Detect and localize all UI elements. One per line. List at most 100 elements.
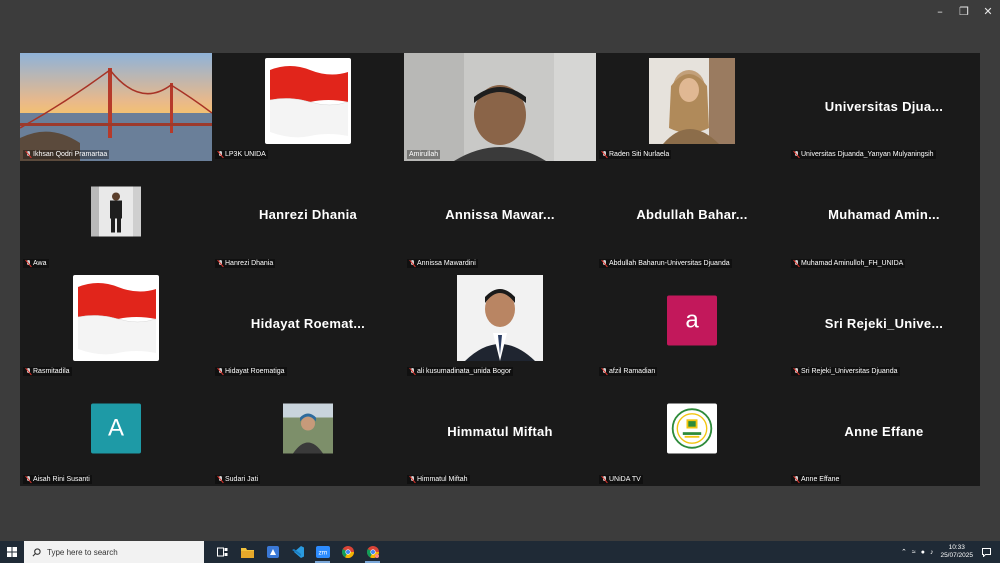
muted-mic-icon (601, 367, 607, 375)
participant-name: Sri Rejeki_Universitas Djuanda (791, 366, 900, 376)
participant-tile[interactable]: Sudari Jati (212, 377, 404, 486)
participant-name: Himmatul Miftah (407, 475, 470, 484)
profile-photo (457, 274, 543, 361)
vs-code-button[interactable] (285, 541, 310, 563)
muted-mic-icon (409, 476, 415, 483)
participant-tile[interactable]: A Aisah Rini Susanti (20, 377, 212, 486)
participant-name: Muhamad Aminulloh_FH_UNIDA (791, 258, 906, 268)
muted-mic-icon (217, 476, 223, 483)
participant-tile[interactable]: Anne Effane Anne Effane (788, 377, 980, 486)
participant-tile[interactable]: Hidayat Roemat... Hidayat Roematiga (212, 269, 404, 378)
participant-tile[interactable]: Awa (20, 161, 212, 270)
participant-tile[interactable]: Annissa Mawar... Annissa Mawardini (404, 161, 596, 270)
chrome-profile-button[interactable] (360, 541, 385, 563)
participant-name: Rasmitadila (23, 366, 72, 376)
participant-name: Universitas Djuanda_Yanyan Mulyaningsih (791, 150, 936, 160)
volume-icon[interactable]: ♪ (930, 549, 934, 556)
participant-tile[interactable]: ali kusumadinata_unida Bogor (404, 269, 596, 378)
folder-icon (241, 547, 254, 558)
flag-photo (265, 58, 351, 145)
windows-icon (7, 547, 17, 557)
participant-name: Aisah Rini Susanti (23, 475, 92, 484)
participant-tile[interactable]: Abdullah Bahar... Abdullah Baharun-Unive… (596, 161, 788, 270)
zoom-button[interactable]: zm (310, 541, 335, 563)
participant-name: Amirullah (407, 150, 441, 160)
participant-tile[interactable]: Himmatul Miftah Himmatul Miftah (404, 377, 596, 486)
participant-tile-active-speaker[interactable]: Amirullah (404, 53, 596, 162)
muted-mic-icon (601, 476, 607, 483)
search-icon (32, 547, 41, 556)
muted-mic-icon (217, 367, 223, 375)
svg-text:zm: zm (318, 550, 327, 557)
muted-mic-icon (601, 259, 607, 267)
participant-name: Annissa Mawardini (407, 258, 478, 268)
participant-name: Ikhsan Qodri Pramartaa (23, 150, 110, 160)
minimize-button[interactable]: – (928, 0, 952, 22)
participant-tile[interactable]: Raden Siti Nurlaela (596, 53, 788, 162)
participant-display-name: Himmatul Miftah (447, 423, 553, 439)
muted-mic-icon (25, 367, 31, 375)
muted-mic-icon (25, 259, 31, 267)
paint-icon (266, 546, 279, 558)
muted-mic-icon (217, 259, 223, 267)
chevron-up-icon[interactable]: ⌃ (901, 548, 907, 556)
participant-display-name: Sri Rejeki_Unive... (824, 315, 944, 331)
participant-name: Raden Siti Nurlaela (599, 150, 672, 160)
microphone-icon[interactable]: ● (921, 549, 925, 556)
participant-name: Awa (23, 258, 49, 268)
muted-mic-icon (409, 259, 415, 267)
muted-mic-icon (25, 151, 31, 158)
participant-tile[interactable]: Ikhsan Qodri Pramartaa (20, 53, 212, 162)
network-icon[interactable]: ≈ (912, 549, 916, 556)
system-tray: ⌃ ≈ ● ♪ 10:33 25/07/2025 (901, 544, 1000, 560)
participant-display-name: Hidayat Roemat... (250, 315, 366, 331)
profile-photo (283, 403, 333, 454)
task-view-button[interactable] (210, 541, 235, 563)
participant-name: Abdullah Baharun-Universitas Djuanda (599, 258, 732, 268)
participant-tile[interactable]: Rasmitadila (20, 269, 212, 378)
muted-mic-icon (25, 476, 31, 483)
participant-tile[interactable]: Sri Rejeki_Unive... Sri Rejeki_Universit… (788, 269, 980, 378)
taskbar-search-box[interactable]: Type here to search (24, 541, 204, 563)
task-view-icon (217, 547, 228, 557)
profile-photo (91, 186, 141, 237)
muted-mic-icon (793, 367, 799, 375)
participant-name: UNiDA TV (599, 475, 643, 484)
file-explorer-button[interactable] (235, 541, 260, 563)
participant-name: Sudari Jati (215, 475, 261, 484)
clock-time: 10:33 (948, 544, 965, 551)
participant-name: afzil Ramadian (599, 366, 658, 376)
gallery-view: Ikhsan Qodri Pramartaa LP3K UNIDA Amirul… (20, 53, 980, 486)
chrome-icon (341, 546, 354, 558)
zoom-icon: zm (315, 546, 330, 558)
notification-icon (981, 547, 991, 557)
participant-name: LP3K UNIDA (215, 150, 268, 160)
clock[interactable]: 10:33 25/07/2025 (940, 544, 973, 560)
notification-button[interactable] (978, 547, 994, 557)
participant-display-name: Abdullah Bahar... (636, 207, 748, 223)
muted-mic-icon (409, 367, 415, 375)
participant-display-name: Anne Effane (844, 423, 924, 439)
participant-tile[interactable]: Universitas Djua... Universitas Djuanda_… (788, 53, 980, 162)
paint-button[interactable] (260, 541, 285, 563)
webcam-video (404, 53, 596, 161)
bridge-photo (20, 53, 212, 161)
chrome-icon (366, 546, 379, 558)
participant-name: Hanrezi Dhania (215, 258, 276, 268)
flag-photo (73, 274, 159, 361)
participant-tile[interactable]: Muhamad Amin... Muhamad Aminulloh_FH_UNI… (788, 161, 980, 270)
avatar: A (91, 403, 141, 454)
muted-mic-icon (793, 151, 799, 158)
muted-mic-icon (601, 151, 607, 158)
participant-tile[interactable]: Hanrezi Dhania Hanrezi Dhania (212, 161, 404, 270)
restore-button[interactable]: ❐ (952, 0, 976, 22)
profile-photo (649, 58, 735, 145)
start-button[interactable] (0, 541, 24, 563)
chrome-button[interactable] (335, 541, 360, 563)
participant-tile[interactable]: LP3K UNIDA (212, 53, 404, 162)
participant-tile[interactable]: UNiDA TV (596, 377, 788, 486)
window-controls: – ❐ ✕ (928, 0, 1000, 22)
close-button[interactable]: ✕ (976, 0, 1000, 22)
participant-name: Hidayat Roematiga (215, 366, 287, 376)
participant-tile[interactable]: a afzil Ramadian (596, 269, 788, 378)
